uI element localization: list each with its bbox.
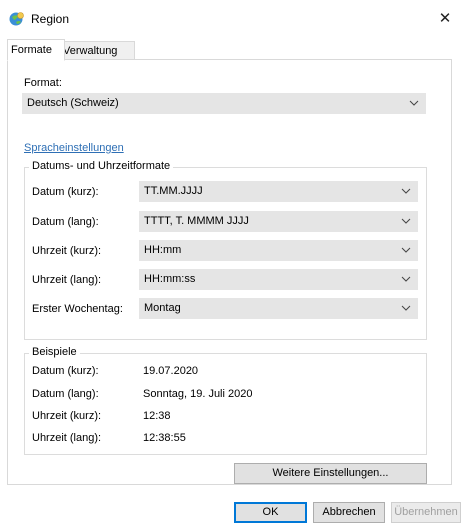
chevron-down-icon [401, 247, 411, 253]
chevron-down-icon [401, 218, 411, 224]
beispiel-uhrzeit-kurz-value: 12:38 [143, 410, 171, 422]
cancel-button[interactable]: Abbrechen [313, 502, 385, 523]
formats-group-title: Datums- und Uhrzeitformate [29, 160, 174, 172]
erster-wochentag-select[interactable]: Montag [139, 298, 418, 319]
beispiel-uhrzeit-lang-value: 12:38:55 [143, 432, 186, 444]
chevron-down-icon [401, 305, 411, 311]
window-title: Region [31, 12, 70, 26]
uhrzeit-lang-select[interactable]: HH:mm:ss [139, 269, 418, 290]
weitere-einstellungen-button[interactable]: Weitere Einstellungen... [234, 463, 427, 484]
apply-button[interactable]: Übernehmen [391, 502, 461, 523]
erster-wochentag-value: Montag [144, 302, 181, 314]
erster-wochentag-label: Erster Wochentag: [32, 303, 123, 315]
chevron-down-icon [409, 100, 419, 106]
beispiel-uhrzeit-lang-label: Uhrzeit (lang): [32, 432, 102, 444]
format-label: Format: [24, 77, 62, 89]
uhrzeit-kurz-select[interactable]: HH:mm [139, 240, 418, 261]
close-button[interactable]: ✕ [422, 0, 468, 38]
chevron-down-icon [401, 276, 411, 282]
uhrzeit-lang-label: Uhrzeit (lang): [32, 274, 102, 286]
chevron-down-icon [401, 188, 411, 194]
datum-kurz-select[interactable]: TT.MM.JJJJ [139, 181, 418, 202]
spracheinstellungen-link[interactable]: Spracheinstellungen [24, 142, 124, 154]
tab-verwaltung[interactable]: Verwaltung [59, 41, 135, 61]
datum-lang-value: TTTT, T. MMMM JJJJ [144, 215, 249, 227]
close-icon: ✕ [438, 10, 452, 27]
ok-button[interactable]: OK [234, 502, 307, 523]
format-value: Deutsch (Schweiz) [27, 97, 119, 109]
beispiel-datum-kurz-label: Datum (kurz): [32, 365, 99, 377]
uhrzeit-kurz-value: HH:mm [144, 244, 182, 256]
examples-group-title: Beispiele [29, 346, 80, 358]
beispiel-datum-kurz-value: 19.07.2020 [143, 365, 199, 377]
format-select[interactable]: Deutsch (Schweiz) [22, 93, 426, 114]
region-app-icon [9, 12, 24, 26]
beispiel-uhrzeit-kurz-label: Uhrzeit (kurz): [32, 410, 102, 422]
tab-formate[interactable]: Formate [7, 39, 65, 61]
beispiel-datum-lang-value: Sonntag, 19. Juli 2020 [143, 388, 253, 400]
datum-kurz-value: TT.MM.JJJJ [144, 185, 203, 197]
uhrzeit-lang-value: HH:mm:ss [144, 273, 196, 285]
datum-kurz-label: Datum (kurz): [32, 186, 99, 198]
datum-lang-select[interactable]: TTTT, T. MMMM JJJJ [139, 211, 418, 232]
title-bar: Region ✕ [0, 0, 468, 38]
beispiel-datum-lang-label: Datum (lang): [32, 388, 99, 400]
uhrzeit-kurz-label: Uhrzeit (kurz): [32, 245, 102, 257]
datum-lang-label: Datum (lang): [32, 216, 99, 228]
